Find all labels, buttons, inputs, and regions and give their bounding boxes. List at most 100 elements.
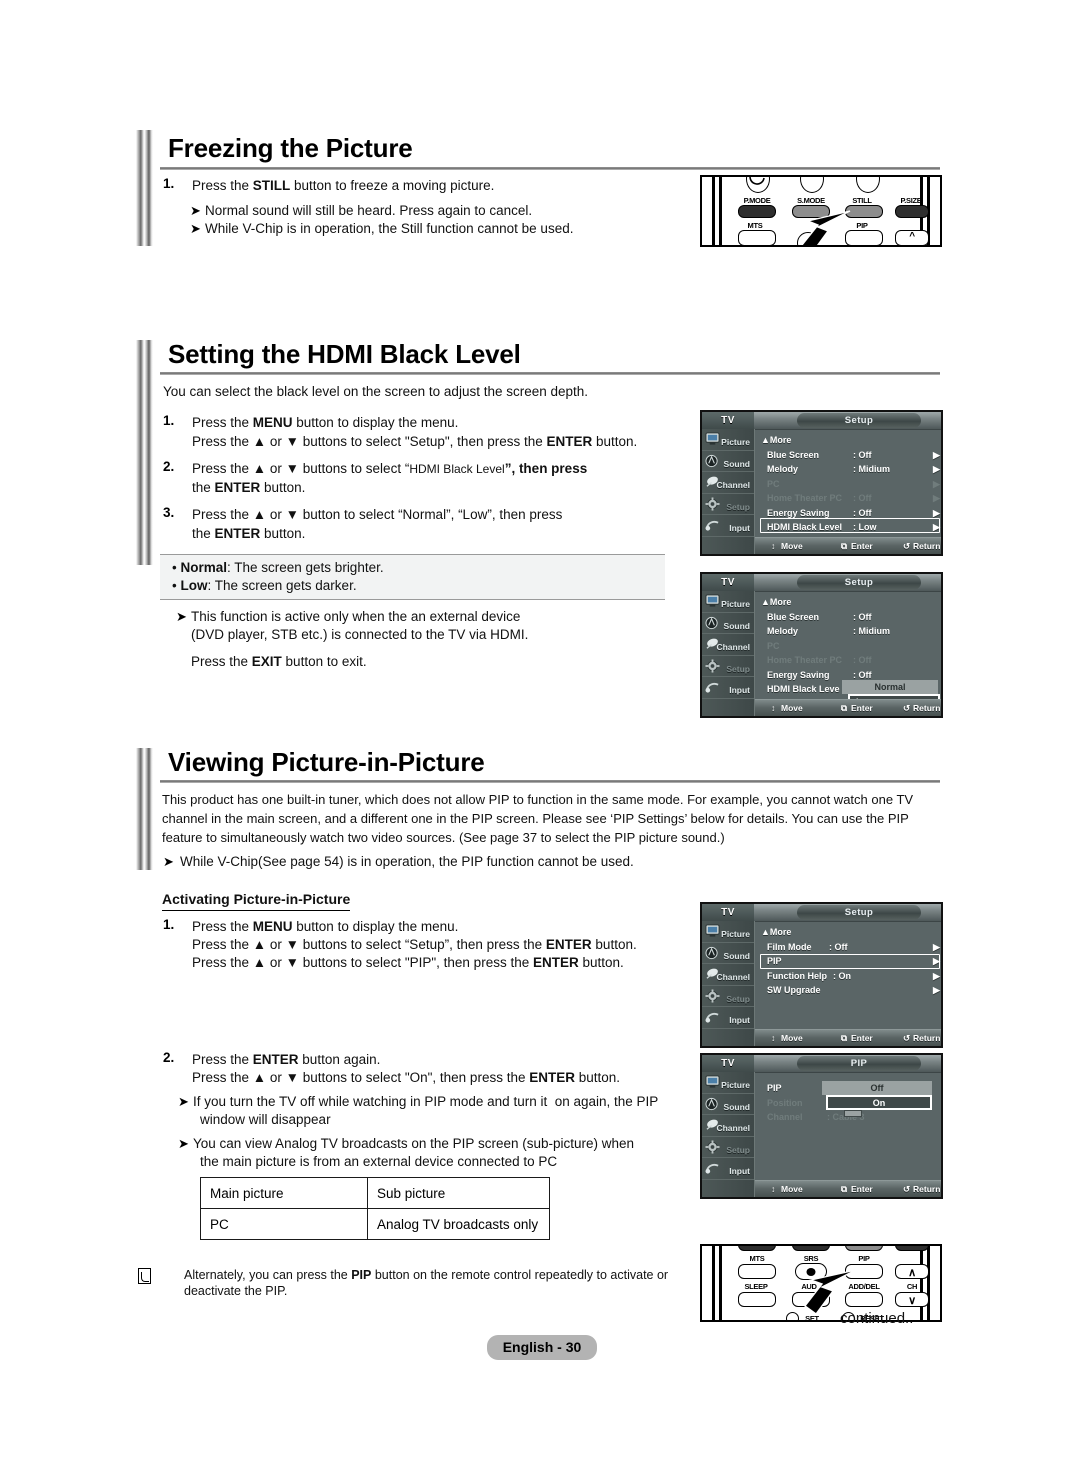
remote-button-pmode[interactable] — [738, 205, 776, 218]
osd-sidebar-item-channel[interactable]: Channel — [702, 964, 754, 986]
power-arc-icon — [749, 177, 765, 185]
osd-row-function-help[interactable]: Function Help: On ▶ — [761, 969, 941, 984]
osd-sidebar-label: Picture — [721, 437, 750, 447]
osd-row-label: Blue Screen — [767, 611, 820, 622]
osd-sidebar-label: Input — [729, 685, 750, 695]
remote-button-above-3[interactable] — [845, 1246, 883, 1251]
osd-rows: ▲More Film Mode: Off ▶ PIP ▶ Function Help… — [755, 921, 941, 1030]
osd-row-label: ▲More — [761, 435, 792, 445]
remote-button-mts[interactable] — [738, 1264, 776, 1279]
osd-sidebar-item-setup[interactable]: Setup — [702, 986, 754, 1007]
remote-illustration-still: P.MODE S.MODE STILL P.SIZE MTS PIP ^ — [700, 175, 942, 247]
osd-row-label: HDMI Black Leve — [767, 684, 840, 694]
osd-sidebar-label: Picture — [721, 929, 750, 939]
hdmi-step2-line1: Press the ▲ or ▼ buttons to select “HDMI… — [192, 459, 587, 479]
table-row: PC Analog TV broadcasts only — [200, 1208, 550, 1240]
osd-sidebar-label: Input — [729, 1166, 750, 1176]
sound-icon — [705, 454, 718, 467]
step-number: 1. — [163, 917, 175, 932]
remote-button-sleep[interactable] — [738, 1292, 776, 1307]
t-bold: ENTER — [546, 434, 593, 449]
t: button again. — [298, 1052, 381, 1067]
osd-row-blue-screen[interactable]: Blue Screen: Off ▶ — [761, 448, 941, 463]
return-icon: ↺ — [903, 1033, 911, 1043]
osd-row-blue-screen[interactable]: Blue Screen: Off — [761, 610, 941, 625]
osd-sidebar-item-channel[interactable]: Channel — [702, 472, 754, 494]
osd-sidebar-item-sound[interactable]: Sound — [702, 943, 754, 964]
osd-row-more-up: ▲More — [761, 595, 941, 610]
osd-sidebar-item-input[interactable]: Input — [702, 1007, 754, 1029]
enter-icon: ⧉ — [841, 1184, 848, 1194]
pointer-arrow-icon — [804, 1269, 857, 1315]
pip-source-table: Main picture Sub picture PC Analog TV br… — [200, 1177, 550, 1240]
return-icon: ↺ — [903, 703, 911, 713]
osd-row-label: Film Mode — [767, 941, 812, 952]
osd-option-normal[interactable]: Normal — [842, 680, 938, 694]
remote-button-mts[interactable] — [738, 230, 776, 245]
picture-icon — [705, 924, 720, 937]
freezing-bullet-1: Normal sound will still be heard. Press … — [205, 203, 533, 218]
hdmi-tip-line1: This function is active only when the an… — [191, 609, 521, 624]
bullet-arrow-icon: ➤ — [178, 1136, 189, 1151]
bullet-arrow-icon: ➤ — [190, 221, 201, 236]
osd-row-value: : Off — [829, 941, 848, 952]
osd-sidebar-item-picture[interactable]: Picture — [702, 1072, 754, 1094]
osd-sidebar-item-input[interactable]: Input — [702, 515, 754, 537]
osd-sidebar-item-sound[interactable]: Sound — [702, 451, 754, 472]
osd-row-value: : Off — [853, 449, 872, 460]
osd-row-label: ▲More — [761, 597, 792, 607]
t: button. — [260, 480, 306, 495]
osd-sidebar-item-picture[interactable]: Picture — [702, 591, 754, 613]
osd-option-on[interactable]: On — [826, 1095, 932, 1110]
osd-row-label: Home Theater PC — [767, 493, 843, 503]
t: button. — [592, 434, 638, 449]
osd-hint-bar: ↕ Move ⧉ Enter ↺ Return — [755, 1029, 941, 1046]
pip-note-line2: deactivate the PIP. — [184, 1284, 288, 1298]
osd-row-sw-upgrade[interactable]: SW Upgrade ▶ — [761, 983, 941, 998]
osd-sidebar-item-sound[interactable]: Sound — [702, 1094, 754, 1115]
osd-row-label: Melody — [767, 464, 799, 474]
osd-row-label: ▲More — [761, 927, 792, 937]
osd-sidebar-item-picture[interactable]: Picture — [702, 921, 754, 943]
t-bold: ENTER — [545, 937, 592, 952]
pip-bullet-vchip: While V-Chip(See page 54) is in operatio… — [180, 854, 634, 869]
osd-row-label: Channel — [767, 1112, 803, 1122]
osd-sidebar-item-input[interactable]: Input — [702, 677, 754, 699]
osd-sidebar-label: Sound — [723, 1101, 750, 1112]
t: Press the — [192, 919, 253, 934]
osd-sidebar-item-picture[interactable]: Picture — [702, 429, 754, 451]
gear-icon — [705, 1139, 720, 1154]
t: button to exit. — [281, 654, 367, 669]
osd-sidebar-label: Picture — [721, 1080, 750, 1090]
t-bold: MENU — [252, 415, 293, 430]
pip-bullet3-line2: the main picture is from an external dev… — [200, 1154, 558, 1169]
move-icon: ↕ — [771, 703, 776, 713]
pip-step1-line1: Press the MENU button to display the men… — [192, 917, 458, 936]
osd-row-melody[interactable]: Melody: Midium — [761, 624, 941, 639]
osd-sidebar-item-channel[interactable]: Channel — [702, 1115, 754, 1137]
osd-sidebar-item-channel[interactable]: Channel — [702, 634, 754, 656]
osd-row-melody[interactable]: Melody: Midium ▶ — [761, 462, 941, 477]
remote-label-still: STILL — [852, 196, 872, 205]
osd-sidebar-item-setup[interactable]: Setup — [702, 494, 754, 515]
osd-sidebar-item-setup[interactable]: Setup — [702, 656, 754, 677]
osd-row-label: Blue Screen — [767, 449, 820, 460]
remote-button-above-4[interactable] — [895, 1246, 929, 1251]
remote-button-above-2[interactable] — [792, 1246, 830, 1251]
remote-button-above-1[interactable] — [738, 1246, 776, 1251]
remote-label-sleep: SLEEP — [744, 1282, 768, 1291]
osd-option-off[interactable]: Off — [822, 1081, 932, 1095]
step1-text-a: Press the — [192, 178, 253, 193]
osd-title: Setup — [797, 413, 921, 428]
osd-sidebar-item-input[interactable]: Input — [702, 1158, 754, 1180]
picture-icon — [705, 1075, 720, 1088]
t: : The screen gets brighter. — [227, 560, 384, 575]
osd-row-film-mode[interactable]: Film Mode: Off ▶ — [761, 940, 941, 955]
osd-sidebar-item-setup[interactable]: Setup — [702, 1137, 754, 1158]
osd-sidebar-item-sound[interactable]: Sound — [702, 613, 754, 634]
t: button on the remote control repeatedly … — [371, 1268, 669, 1282]
osd-title: Setup — [797, 905, 921, 920]
remote-button-psize[interactable] — [895, 205, 929, 218]
picture-icon — [705, 594, 720, 607]
step-number: 2. — [163, 1050, 175, 1065]
